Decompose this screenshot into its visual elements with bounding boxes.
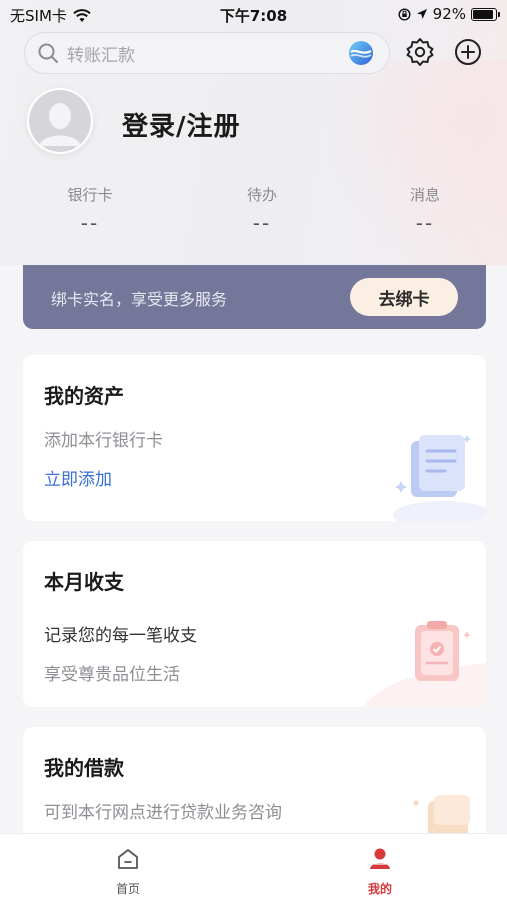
default-avatar-icon [29, 90, 91, 152]
location-arrow-icon [416, 9, 427, 19]
card-title: 本月收支 [44, 570, 124, 594]
tab-label: 我的 [367, 882, 392, 896]
card-line-2: 享受尊贵品位生活 [44, 665, 180, 685]
card-subtitle: 添加本行银行卡 [44, 431, 163, 451]
bind-banner-text: 绑卡实名，享受更多服务 [51, 290, 228, 309]
login-register-link[interactable]: 登录/注册 [122, 106, 241, 143]
stat-value: -- [252, 211, 272, 235]
card-monthly-balance[interactable]: 本月收支 记录您的每一笔收支 享受尊贵品位生活 [23, 541, 486, 707]
stat-value: -- [80, 211, 100, 235]
stat-label: 消息 [409, 186, 440, 204]
avatar[interactable] [27, 88, 93, 154]
card-my-assets[interactable]: 我的资产 添加本行银行卡 立即添加 [23, 355, 486, 521]
stat-label: 待办 [246, 186, 277, 204]
battery-icon [471, 7, 500, 21]
stat-todo[interactable]: 待办 -- [202, 184, 322, 235]
user-profile-icon [370, 848, 390, 869]
status-right: 92% [398, 5, 500, 23]
battery-percent: 92% [432, 5, 466, 23]
tab-bar: 首页 我的 [0, 833, 507, 900]
stat-messages[interactable]: 消息 -- [365, 184, 485, 235]
stat-value: -- [415, 211, 435, 235]
wallet-illustration-icon [412, 795, 470, 833]
stat-bank-cards[interactable]: 银行卡 -- [30, 184, 150, 235]
card-my-loans[interactable]: 我的借款 可到本行网点进行贷款业务咨询 [23, 727, 486, 833]
status-bar: 无SIM卡 下午7:08 92% [0, 0, 507, 28]
card-title: 我的资产 [44, 384, 124, 408]
bind-card-banner: 绑卡实名，享受更多服务 去绑卡 [23, 265, 486, 329]
card-subtitle: 可到本行网点进行贷款业务咨询 [44, 803, 282, 823]
search-bar[interactable]: 转账汇款 [24, 32, 390, 74]
search-input[interactable]: 转账汇款 [67, 41, 347, 66]
tab-label: 首页 [115, 882, 140, 896]
bind-card-button[interactable]: 去绑卡 [350, 278, 458, 316]
orientation-lock-icon [398, 7, 411, 21]
stat-label: 银行卡 [67, 186, 113, 204]
search-icon [38, 43, 58, 63]
add-icon[interactable] [452, 36, 484, 68]
add-now-link[interactable]: 立即添加 [44, 465, 112, 490]
card-title: 我的借款 [44, 756, 124, 780]
clipboard-illustration-icon [363, 621, 486, 707]
tab-mine[interactable]: 我的 [340, 846, 420, 897]
voice-assistant-icon[interactable] [347, 39, 375, 67]
card-line-1: 记录您的每一笔收支 [44, 626, 197, 646]
home-icon [118, 849, 138, 869]
document-illustration-icon [393, 435, 486, 521]
settings-icon[interactable] [404, 36, 436, 68]
tab-home[interactable]: 首页 [88, 846, 168, 897]
